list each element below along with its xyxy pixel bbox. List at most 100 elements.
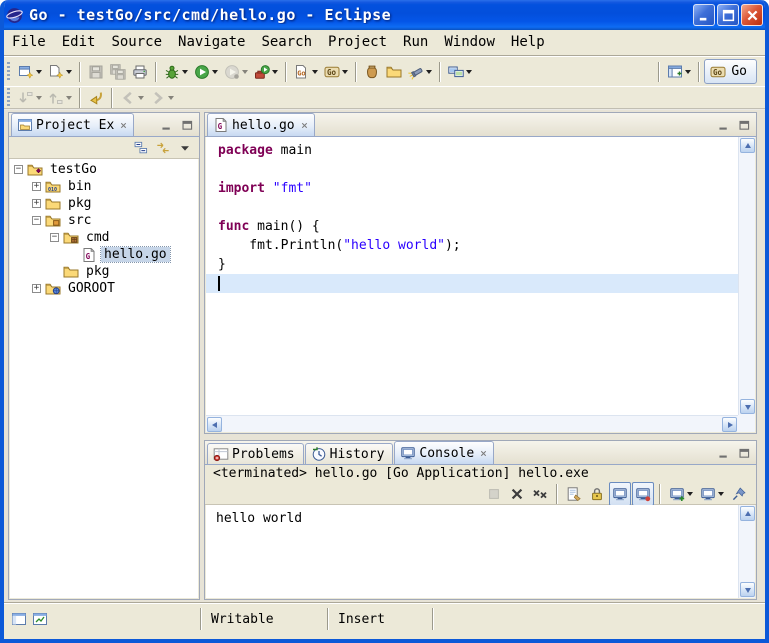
editor-horizontal-scrollbar[interactable] [206, 415, 738, 432]
dropdown-arrow-icon[interactable] [168, 96, 174, 100]
fast-view-icon[interactable] [11, 611, 27, 627]
external-tools-button[interactable] [251, 60, 281, 84]
debug-button[interactable] [161, 60, 191, 84]
minus-expander-icon[interactable]: − [50, 233, 59, 242]
tree-item-cmd[interactable]: −cmd [10, 229, 198, 246]
dropdown-arrow-icon[interactable] [685, 70, 691, 74]
go-perspective-button[interactable]: Go Go [704, 59, 757, 84]
tree-item-pkg[interactable]: pkg [10, 263, 198, 280]
clear-console-button[interactable] [563, 482, 585, 506]
toolbar-grip[interactable] [7, 62, 10, 82]
plus-expander-icon[interactable]: + [32, 199, 41, 208]
run-button[interactable] [191, 60, 221, 84]
open-console-button[interactable] [666, 482, 696, 506]
open-type-button[interactable] [361, 60, 383, 84]
menu-search[interactable]: Search [253, 30, 320, 55]
tab-console[interactable]: Console [394, 441, 494, 464]
dropdown-arrow-icon[interactable] [138, 96, 144, 100]
code-line[interactable]: } [206, 255, 738, 274]
tree-item-testgo[interactable]: −testGo [10, 161, 198, 178]
dropdown-arrow-icon[interactable] [312, 70, 318, 74]
scroll-up-icon[interactable] [740, 138, 755, 153]
view-menu-button[interactable] [175, 139, 195, 157]
menu-help[interactable]: Help [503, 30, 553, 55]
tab-project-explorer[interactable]: Project Ex [11, 113, 134, 136]
remove-launch-button[interactable] [506, 482, 528, 506]
minimize-view-button[interactable] [714, 117, 732, 133]
dropdown-arrow-icon[interactable] [212, 70, 218, 74]
scroll-right-icon[interactable] [722, 417, 737, 432]
open-perspective-button[interactable] [664, 60, 694, 84]
code-line[interactable]: func main() { [206, 217, 738, 236]
minimize-view-button[interactable] [157, 117, 175, 133]
scroll-left-icon[interactable] [207, 417, 222, 432]
show-stdout-button[interactable] [609, 482, 631, 506]
menu-window[interactable]: Window [436, 30, 503, 55]
code-line[interactable]: fmt.Println("hello world"); [206, 236, 738, 255]
toolbar-grip[interactable] [7, 88, 10, 108]
plus-expander-icon[interactable]: + [32, 182, 41, 191]
tab-hello-go[interactable]: G hello.go [207, 113, 315, 136]
code-line[interactable] [206, 274, 738, 293]
dropdown-arrow-icon[interactable] [36, 70, 42, 74]
close-tab-icon[interactable] [119, 121, 128, 130]
tree-item-pkg[interactable]: +pkg [10, 195, 198, 212]
new-go-element-button[interactable]: Go [291, 60, 321, 84]
open-resource-button[interactable] [383, 60, 405, 84]
maximize-view-button[interactable] [178, 117, 196, 133]
show-stderr-button[interactable] [632, 482, 654, 506]
pin-console-button[interactable] [728, 482, 750, 506]
display-console-button[interactable] [697, 482, 727, 506]
dropdown-arrow-icon[interactable] [466, 70, 472, 74]
code-line[interactable]: import "fmt" [206, 179, 738, 198]
plus-expander-icon[interactable]: + [32, 284, 41, 293]
last-edit-button[interactable] [85, 86, 107, 110]
menu-run[interactable]: Run [395, 30, 436, 55]
scroll-down-icon[interactable] [740, 399, 755, 414]
menu-project[interactable]: Project [320, 30, 395, 55]
dropdown-arrow-icon[interactable] [342, 70, 348, 74]
new-wizard-button[interactable] [15, 60, 45, 84]
scroll-down-icon[interactable] [740, 582, 755, 597]
minimize-button[interactable] [693, 4, 715, 26]
console-output[interactable]: hello world [206, 505, 738, 598]
maximize-view-button[interactable] [735, 117, 753, 133]
close-tab-icon[interactable] [300, 121, 309, 130]
minus-expander-icon[interactable]: − [32, 216, 41, 225]
editor-vertical-scrollbar[interactable] [738, 137, 755, 415]
print-button[interactable] [129, 60, 151, 84]
tree-item-goroot[interactable]: +GOROOT [10, 280, 198, 297]
console-vertical-scrollbar[interactable] [738, 505, 755, 598]
scroll-lock-button[interactable] [586, 482, 608, 506]
close-tab-icon[interactable] [479, 449, 488, 458]
code-area[interactable]: package main import "fmt" func main() { … [206, 137, 738, 415]
code-line[interactable] [206, 198, 738, 217]
dropdown-arrow-icon[interactable] [66, 96, 72, 100]
remove-all-launches-button[interactable] [529, 482, 551, 506]
dropdown-arrow-icon[interactable] [182, 70, 188, 74]
scroll-up-icon[interactable] [740, 506, 755, 521]
tab-history[interactable]: History [305, 443, 394, 464]
go-wizard-button[interactable]: Go [321, 60, 351, 84]
search-button[interactable] [405, 60, 435, 84]
dropdown-arrow-icon[interactable] [66, 70, 72, 74]
dropdown-arrow-icon[interactable] [36, 96, 42, 100]
close-button[interactable] [741, 4, 763, 26]
dropdown-arrow-icon[interactable] [687, 492, 693, 496]
code-line[interactable]: package main [206, 141, 738, 160]
dropdown-arrow-icon[interactable] [426, 70, 432, 74]
workspace-icon[interactable] [32, 611, 48, 627]
dropdown-arrow-icon[interactable] [242, 70, 248, 74]
tree-item-src[interactable]: −src [10, 212, 198, 229]
dropdown-arrow-icon[interactable] [272, 70, 278, 74]
menu-navigate[interactable]: Navigate [170, 30, 253, 55]
code-line[interactable] [206, 160, 738, 179]
minus-expander-icon[interactable]: − [14, 165, 23, 174]
tree-item-hello-go[interactable]: Ghello.go [10, 246, 198, 263]
dropdown-arrow-icon[interactable] [718, 492, 724, 496]
new-file-wizard-button[interactable] [45, 60, 75, 84]
maximize-view-button[interactable] [735, 445, 753, 461]
link-editor-button[interactable] [153, 139, 173, 157]
titlebar[interactable]: Go - testGo/src/cmd/hello.go - Eclipse [0, 0, 769, 30]
menu-source[interactable]: Source [103, 30, 170, 55]
